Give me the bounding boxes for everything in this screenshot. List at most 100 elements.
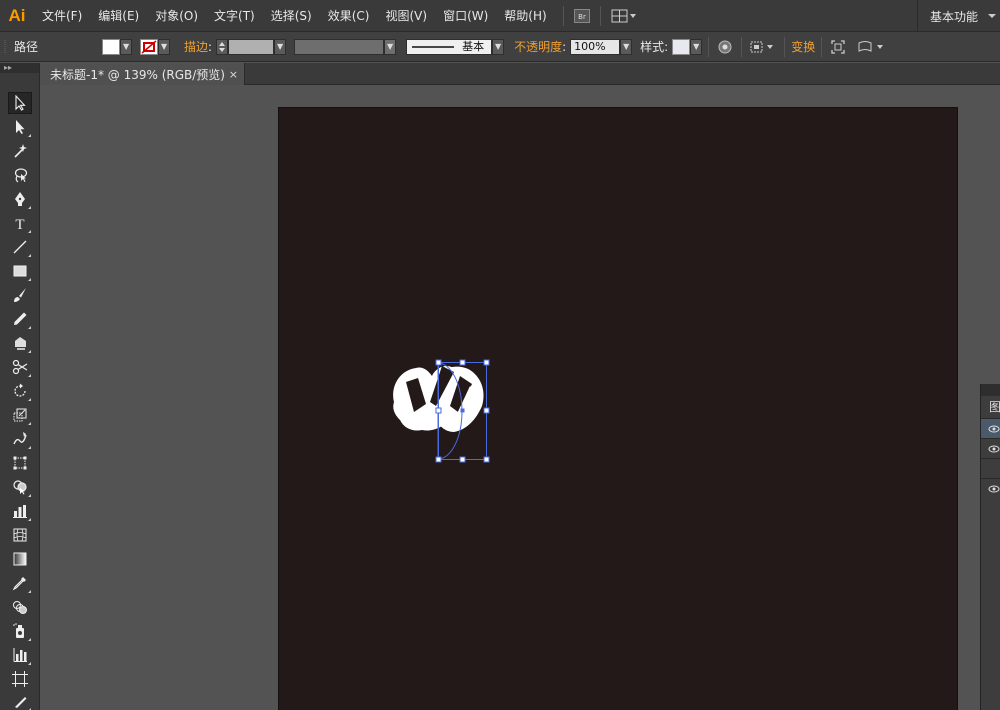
direct-selection-tool[interactable] (8, 116, 32, 138)
opacity-panel-link[interactable]: 不透明度 (514, 38, 562, 55)
stroke-panel-link[interactable]: 描边 (184, 38, 208, 55)
stroke-dropdown-button[interactable]: ▼ (158, 38, 171, 55)
layer-row[interactable] (981, 478, 1000, 498)
brush-definition-field[interactable]: 基本 (406, 38, 493, 55)
transform-panel-link[interactable]: 变换 (791, 38, 815, 55)
tool-flyout-indicator (28, 662, 31, 665)
paintbrush-tool[interactable] (8, 284, 32, 306)
scale-tool[interactable] (8, 404, 32, 426)
artboard-tool[interactable] (8, 668, 32, 690)
slice-tool[interactable] (8, 690, 32, 710)
stroke-weight-field[interactable] (228, 38, 275, 55)
chevron-down-icon: ▼ (277, 42, 284, 51)
rectangle-tool[interactable] (8, 260, 32, 282)
fill-dropdown-button[interactable]: ▼ (120, 38, 133, 55)
type-tool[interactable]: T (8, 212, 32, 234)
variable-width-profile[interactable] (294, 38, 385, 55)
graph-tool[interactable] (8, 500, 32, 522)
layers-panel-title[interactable]: 图 (981, 396, 1000, 418)
tool-flyout-indicator (28, 254, 31, 257)
scissors-tool[interactable] (8, 356, 32, 378)
fill-swatch[interactable] (102, 38, 121, 55)
rotate-tool-icon (14, 383, 26, 397)
variable-width-dropdown[interactable]: ▼ (384, 38, 397, 55)
bridge-button[interactable]: Br (572, 6, 592, 26)
arrange-documents-button[interactable] (609, 6, 639, 26)
toolbar-separator (784, 36, 786, 57)
menu-view[interactable]: 视图(V) (377, 0, 435, 32)
stroke-weight-dropdown[interactable]: ▼ (274, 38, 287, 55)
tools-panel-collapse-button[interactable]: ▸▸ (0, 63, 39, 73)
tool-flyout-indicator (28, 278, 31, 281)
eye-icon[interactable] (988, 485, 1000, 493)
eyedropper-tool-icon (12, 577, 26, 591)
layer-row[interactable] (981, 418, 1000, 438)
opacity-field[interactable]: 100% (570, 38, 621, 55)
panel-grip-icon (4, 39, 6, 54)
layers-panel-header[interactable] (981, 384, 1000, 396)
shape-builder-tool[interactable] (8, 476, 32, 498)
graphic-style-swatch[interactable] (672, 38, 691, 55)
magic-wand-tool[interactable] (8, 140, 32, 162)
canvas-area[interactable] (40, 86, 1000, 710)
eye-icon[interactable] (988, 425, 1000, 433)
mesh-tool[interactable] (8, 524, 32, 546)
gradient-tool-icon (13, 552, 27, 566)
align-button[interactable] (748, 37, 778, 57)
chevron-down-icon: ▼ (623, 42, 630, 51)
document-tab-bar: 未标题-1* @ 139% (RGB/预览) × (40, 63, 1000, 85)
column-graph-tool-icon (13, 648, 27, 662)
chevron-down-icon: ▼ (693, 42, 700, 51)
lasso-tool[interactable] (8, 164, 32, 186)
menu-edit[interactable]: 编辑(E) (90, 0, 147, 32)
pencil-tool[interactable] (8, 308, 32, 330)
column-graph-tool[interactable] (8, 644, 32, 666)
blend-tool[interactable] (8, 596, 32, 618)
eyedropper-tool[interactable] (8, 572, 32, 594)
menu-separator (562, 5, 564, 26)
tools-panel-grip[interactable] (0, 73, 39, 91)
tool-flyout-indicator (28, 494, 31, 497)
stroke-swatch[interactable] (140, 38, 159, 55)
stepper-arrows-icon (219, 41, 226, 52)
warp-tool[interactable] (8, 428, 32, 450)
envelope-distort-button[interactable] (856, 37, 888, 57)
app-logo: Ai (8, 5, 26, 25)
layer-row[interactable] (981, 458, 1000, 478)
menu-help[interactable]: 帮助(H) (496, 0, 554, 32)
type-tool-icon: T (15, 217, 24, 231)
menu-type[interactable]: 文字(T) (206, 0, 263, 32)
rectangle-tool-icon (13, 265, 27, 277)
line-segment-tool[interactable] (8, 236, 32, 258)
graphic-style-dropdown[interactable]: ▼ (690, 38, 703, 55)
gradient-tool[interactable] (8, 548, 32, 570)
stroke-weight-stepper[interactable] (216, 38, 229, 55)
menu-file[interactable]: 文件(F) (34, 0, 90, 32)
close-icon[interactable]: × (229, 68, 238, 81)
menu-object[interactable]: 对象(O) (147, 0, 206, 32)
eye-icon[interactable] (988, 445, 1000, 453)
menu-effect[interactable]: 效果(C) (320, 0, 378, 32)
free-transform-tool[interactable] (8, 452, 32, 474)
illustrator-window: Ai 文件(F) 编辑(E) 对象(O) 文字(T) 选择(S) 效果(C) 视… (0, 0, 1000, 710)
brush-definition-dropdown[interactable]: ▼ (492, 38, 505, 55)
isolate-object-button[interactable] (828, 37, 848, 57)
symbol-sprayer-tool[interactable] (8, 620, 32, 642)
tool-flyout-indicator (28, 422, 31, 425)
workspace-switcher[interactable]: 基本功能 (916, 0, 1000, 32)
selection-tool[interactable] (8, 92, 32, 114)
opacity-dropdown[interactable]: ▼ (620, 38, 633, 55)
pen-tool[interactable] (8, 188, 32, 210)
blob-brush-tool[interactable] (8, 332, 32, 354)
blob-brush-tool-icon (15, 337, 26, 350)
menu-window[interactable]: 窗口(W) (435, 0, 496, 32)
menu-select[interactable]: 选择(S) (263, 0, 320, 32)
document-tab[interactable]: 未标题-1* @ 139% (RGB/预览) × (40, 63, 245, 85)
chevron-down-icon: ▼ (160, 42, 168, 51)
rotate-tool[interactable] (8, 380, 32, 402)
direct-selection-tool-icon (16, 120, 25, 134)
artboard-tool-icon (12, 671, 28, 687)
layer-row[interactable] (981, 438, 1000, 458)
recolor-artwork-button[interactable] (715, 37, 735, 57)
tool-flyout-indicator (28, 350, 31, 353)
